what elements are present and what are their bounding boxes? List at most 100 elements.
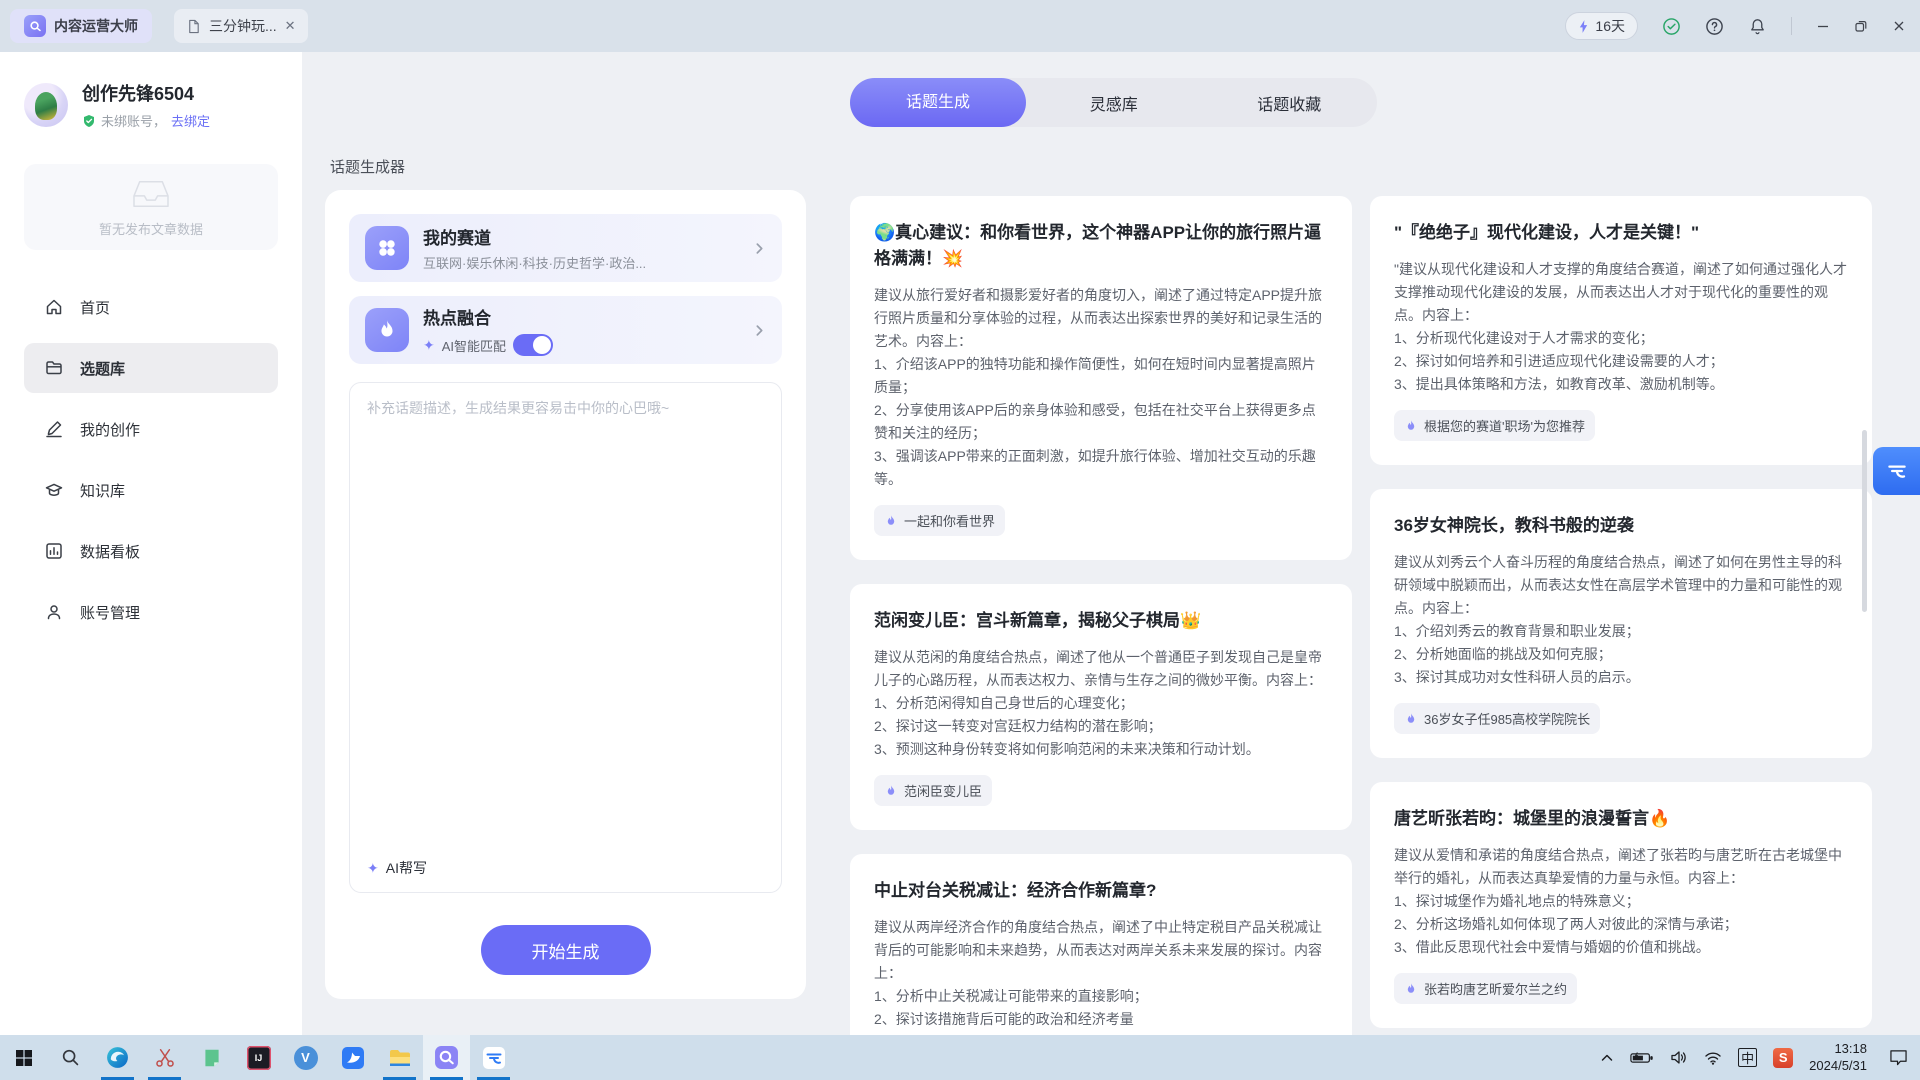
taskbar-start-icon[interactable] [0, 1035, 47, 1080]
taskbar-doc-cloud-app-icon[interactable] [470, 1035, 517, 1080]
close-doc-tab-icon[interactable]: ✕ [285, 18, 296, 34]
sidebar-item-label: 我的创作 [80, 419, 140, 440]
ai-match-label: AI智能匹配 [442, 336, 506, 355]
sidebar-item-creations[interactable]: 我的创作 [24, 404, 278, 454]
snipping-tool-icon [154, 1047, 176, 1069]
ai-match-toggle[interactable] [513, 334, 553, 356]
topic-generator-panel: 我的赛道 互联网·娱乐休闲·科技·历史哲学·政治... 热点融合 ✦ AI智能匹… [325, 190, 806, 999]
taskbar-notepad-app-icon[interactable] [188, 1035, 235, 1080]
taskbar-snipping-tool-icon[interactable] [141, 1035, 188, 1080]
topic-card-line: 3、探讨其成功对女性科研人员的启示。 [1394, 666, 1848, 689]
sidebar-item-topics[interactable]: 选题库 [24, 343, 278, 393]
app-tab-label: 内容运营大师 [54, 16, 138, 36]
taskbar-clock[interactable]: 13:18 2024/5/31 [1809, 1041, 1867, 1075]
topic-card-line: 2、分析她面临的挑战及如何克服； [1394, 643, 1848, 666]
ime-indicator[interactable]: 中 [1738, 1048, 1757, 1067]
empty-state-label: 暂无发布文章数据 [99, 219, 203, 238]
sidebar-item-knowledge[interactable]: 知识库 [24, 465, 278, 515]
topic-card-line: 3、提出具体策略和方法，如教育改革、激励机制等。 [1394, 373, 1848, 396]
topic-card-line: 建议从范闲的角度结合热点，阐述了他从一个普通臣子到发现自己是皇帝儿子的心路历程，… [874, 646, 1328, 692]
hotspot-fusion-card[interactable]: 热点融合 ✦ AI智能匹配 [349, 296, 782, 364]
topic-card-line: 1、分析中止关税减让可能带来的直接影响； [874, 985, 1328, 1008]
doc-cloud-app-icon [482, 1046, 506, 1070]
battery-icon[interactable] [1630, 1051, 1654, 1065]
topic-source-tag[interactable]: 范闲臣变儿臣 [874, 775, 992, 806]
wifi-icon[interactable] [1704, 1051, 1722, 1065]
topic-cards-column-2: "『绝绝子』现代化建设，人才是关键！" "建议从现代化建设和人才支撑的角度结合赛… [1370, 196, 1872, 1035]
sidebar: 创作先锋6504 未绑账号， 去绑定 暂无发布文章数据 首页 选题库 我的创作 … [0, 52, 302, 1035]
app-tab[interactable]: 内容运营大师 [10, 9, 152, 43]
bind-account-link[interactable]: 去绑定 [171, 111, 210, 130]
close-button[interactable] [1892, 19, 1906, 33]
topic-source-tag[interactable]: 一起和你看世界 [874, 505, 1005, 536]
tab-topic-favorites[interactable]: 话题收藏 [1202, 91, 1378, 115]
taskbar-file-explorer-icon[interactable] [376, 1035, 423, 1080]
sidebar-item-label: 知识库 [80, 480, 125, 501]
document-tab-label: 三分钟玩... [209, 16, 277, 36]
topic-card-body: 建议从范闲的角度结合热点，阐述了他从一个普通臣子到发现自己是皇帝儿子的心路历程，… [874, 646, 1328, 761]
topic-card[interactable]: 中止对台关税减让：经济合作新篇章? 建议从两岸经济合作的角度结合热点，阐述了中止… [850, 854, 1352, 1035]
ai-write-button[interactable]: ✦ AI帮写 [367, 858, 427, 878]
topic-source-tag[interactable]: 根据您的赛道'职场'为您推荐 [1394, 410, 1595, 441]
topic-source-tag[interactable]: 36岁女子任985高校学院院长 [1394, 703, 1600, 734]
tray-expand-icon[interactable] [1600, 1051, 1614, 1065]
hotspot-card-title: 热点融合 [423, 304, 739, 329]
tab-topic-generate[interactable]: 话题生成 [850, 78, 1026, 127]
topic-card-body: "建议从现代化建设和人才支撑的角度结合赛道，阐述了如何通过强化人才支撑推动现代化… [1394, 258, 1848, 396]
topic-tabs: 话题生成 灵感库 话题收藏 [850, 78, 1377, 127]
trial-badge[interactable]: 16天 [1565, 12, 1638, 40]
check-circle-icon[interactable] [1662, 17, 1681, 36]
ai-sparkle-icon: ✦ [423, 337, 435, 354]
help-icon[interactable] [1705, 17, 1724, 36]
track-card-subtitle: 互联网·娱乐休闲·科技·历史哲学·政治... [423, 253, 739, 272]
topic-card-line: 建议从旅行爱好者和摄影爱好者的角度切入，阐述了通过特定APP提升旅行照片质量和分… [874, 284, 1328, 353]
action-center-icon[interactable] [1889, 1049, 1908, 1066]
topic-card-title: 唐艺昕张若昀：城堡里的浪漫誓言🔥 [1394, 806, 1848, 832]
content-master-icon [434, 1045, 459, 1070]
avatar[interactable] [24, 83, 68, 127]
topic-cards-column-1: 🌍真心建议：和你看世界，这个神器APP让你的旅行照片逼格满满！💥 建议从旅行爱好… [850, 196, 1352, 1035]
dashboard-icon [44, 541, 64, 561]
topic-card[interactable]: "『绝绝子』现代化建设，人才是关键！" "建议从现代化建设和人才支撑的角度结合赛… [1370, 196, 1872, 465]
topic-description-input[interactable]: 补充话题描述，生成结果更容易击中你的心巴哦~ ✦ AI帮写 [349, 382, 782, 893]
my-track-card[interactable]: 我的赛道 互联网·娱乐休闲·科技·历史哲学·政治... [349, 214, 782, 282]
topic-card[interactable]: 唐艺昕张若昀：城堡里的浪漫誓言🔥 建议从爱情和承诺的角度结合热点，阐述了张若昀与… [1370, 782, 1872, 1028]
knowledge-icon [44, 480, 64, 500]
sidebar-item-home[interactable]: 首页 [24, 282, 278, 332]
topic-card[interactable]: 36岁女神院长，教科书般的逆袭 建议从刘秀云个人奋斗历程的角度结合热点，阐述了如… [1370, 489, 1872, 758]
taskbar-intellij-idea-icon[interactable]: IJ [235, 1035, 282, 1080]
topic-card-line: 1、探讨城堡作为婚礼地点的特殊意义； [1394, 890, 1848, 913]
sidebar-item-dashboard[interactable]: 数据看板 [24, 526, 278, 576]
taskbar-edge-icon[interactable] [94, 1035, 141, 1080]
notifications-bell-icon[interactable] [1748, 17, 1767, 36]
generate-button[interactable]: 开始生成 [481, 925, 651, 975]
flame-icon [1404, 982, 1418, 996]
topic-card-line: 2、探讨该措施背后可能的政治和经济考量 [874, 1008, 1328, 1031]
intellij-idea-icon: IJ [247, 1046, 271, 1070]
flame-icon [884, 784, 898, 798]
restore-button[interactable] [1854, 19, 1868, 33]
sidebar-item-account[interactable]: 账号管理 [24, 587, 278, 637]
flame-icon [365, 308, 409, 352]
topic-card[interactable]: 🌍真心建议：和你看世界，这个神器APP让你的旅行照片逼格满满！💥 建议从旅行爱好… [850, 196, 1352, 560]
taskbar-v-app-icon[interactable]: V [282, 1035, 329, 1080]
notepad-app-icon [201, 1047, 223, 1069]
topic-card-line: 1、分析范闲得知自己身世后的心理变化； [874, 692, 1328, 715]
taskbar-search-icon[interactable] [47, 1035, 94, 1080]
topic-source-tag[interactable]: 张若昀唐艺昕爱尔兰之约 [1394, 973, 1577, 1004]
floating-app-shortcut[interactable] [1873, 447, 1920, 495]
topic-card[interactable]: 范闲变儿臣：宫斗新篇章，揭秘父子棋局👑 建议从范闲的角度结合热点，阐述了他从一个… [850, 584, 1352, 830]
scrollbar-thumb[interactable] [1862, 430, 1867, 612]
document-tab[interactable]: 三分钟玩... ✕ [174, 9, 308, 43]
taskbar-bird-app-icon[interactable] [329, 1035, 376, 1080]
flame-icon [884, 514, 898, 528]
flame-icon [1404, 419, 1418, 433]
minimize-button[interactable] [1816, 19, 1830, 33]
ai-write-label: AI帮写 [386, 858, 427, 878]
sogou-icon[interactable]: S [1773, 1048, 1793, 1068]
tab-inspiration-library[interactable]: 灵感库 [1026, 91, 1202, 115]
sidebar-item-label: 首页 [80, 297, 110, 318]
taskbar-content-master-icon[interactable] [423, 1035, 470, 1080]
volume-icon[interactable] [1670, 1050, 1688, 1065]
divider [1791, 17, 1792, 35]
